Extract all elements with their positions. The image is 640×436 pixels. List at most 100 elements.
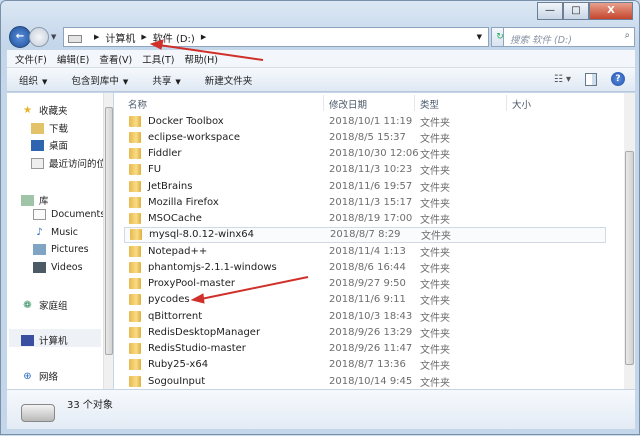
file-date: 2018/8/19 17:00 <box>329 213 413 224</box>
file-row[interactable]: pycodes 2018/11/6 9:11 文件夹 <box>124 292 594 308</box>
menu-tools[interactable]: 工具(T) <box>142 52 174 66</box>
menu-help[interactable]: 帮助(H) <box>184 52 218 66</box>
folder-icon <box>129 343 141 354</box>
menu-file[interactable]: 文件(F) <box>15 52 47 66</box>
file-row[interactable]: mysql-8.0.12-winx64 2018/8/7 8:29 文件夹 <box>124 226 606 243</box>
file-date: 2018/8/7 13:36 <box>329 359 406 371</box>
desktop-icon <box>31 139 44 151</box>
file-row[interactable]: qBittorrent 2018/10/3 18:43 文件夹 <box>124 308 594 324</box>
folder-icon <box>129 326 141 338</box>
sidebar-item-recent[interactable]: 最近访问的位 <box>31 156 106 170</box>
file-row[interactable]: Mozilla Firefox 2018/11/3 15:17 文件夹 <box>124 194 594 210</box>
folder-icon <box>129 294 141 306</box>
folder-icon <box>129 245 141 257</box>
sidebar-label: Documents <box>51 209 106 220</box>
scrollbar-thumb[interactable] <box>105 107 113 355</box>
sidebar-item-downloads[interactable]: 下载 <box>31 121 68 135</box>
column-header-type[interactable]: 类型 <box>420 97 439 111</box>
forward-button[interactable] <box>29 27 49 47</box>
file-row[interactable]: eclipse-workspace 2018/8/5 15:37 文件夹 <box>124 129 594 145</box>
address-history-dropdown[interactable]: ▼ <box>477 33 482 41</box>
sidebar-item-network[interactable]: ⊕ 网络 <box>21 369 59 384</box>
share-label: 共享 <box>152 75 172 87</box>
chevron-right-icon[interactable]: ▶ <box>94 33 99 41</box>
breadcrumb-drive-d[interactable]: 软件 (D:) <box>153 30 195 45</box>
file-name: Docker Toolbox <box>148 115 224 127</box>
file-row[interactable]: SogouInput 2018/10/14 9:45 文件夹 <box>124 373 594 389</box>
breadcrumb-computer[interactable]: 计算机 <box>105 30 135 45</box>
include-in-library-button[interactable]: 包含到库中 ▼ <box>71 73 128 87</box>
column-header-size[interactable]: 大小 <box>512 97 531 111</box>
menu-bar: 文件(F) 编辑(E) 查看(V) 工具(T) 帮助(H) <box>7 50 635 68</box>
file-row[interactable]: MSOCache 2018/8/19 17:00 文件夹 <box>124 211 594 227</box>
sidebar-item-library[interactable]: 库 <box>21 193 49 207</box>
chevron-right-icon[interactable]: ▶ <box>141 33 146 41</box>
recent-pages-dropdown[interactable]: ▼ <box>51 33 56 41</box>
folder-icon <box>130 229 142 241</box>
drive-icon <box>21 404 55 422</box>
sidebar-scrollbar[interactable] <box>103 93 113 389</box>
view-options-icon[interactable]: ☷ ▾ <box>554 74 571 85</box>
file-type: 文件夹 <box>420 263 450 275</box>
sidebar-item-documents[interactable]: Documents <box>33 209 105 220</box>
sidebar-item-desktop[interactable]: 桌面 <box>31 138 68 152</box>
column-divider[interactable] <box>414 95 415 111</box>
chevron-right-icon[interactable]: ▶ <box>201 33 206 41</box>
library-icon <box>21 194 34 206</box>
address-bar[interactable]: ▶ 计算机 ▶ 软件 (D:) ▶ ▼ <box>63 27 489 47</box>
downloads-folder-icon <box>31 122 44 134</box>
column-header-date[interactable]: 修改日期 <box>329 97 367 111</box>
folder-icon <box>129 359 141 371</box>
recent-places-icon <box>31 157 44 169</box>
file-row[interactable]: Notepad++ 2018/11/4 1:13 文件夹 <box>124 243 594 259</box>
file-row[interactable]: Ruby25-x64 2018/8/7 13:36 文件夹 <box>124 357 594 373</box>
sidebar-item-homegroup[interactable]: ❁ 家庭组 <box>21 298 67 313</box>
sidebar-item-music[interactable]: ♪ Music <box>33 227 78 238</box>
menu-edit[interactable]: 编辑(E) <box>57 52 89 66</box>
file-list-scrollbar[interactable] <box>624 93 635 389</box>
file-name: Ruby25-x64 <box>148 359 209 371</box>
window-controls: — □ X <box>537 2 633 20</box>
share-button[interactable]: 共享 ▼ <box>152 73 180 87</box>
sidebar-item-pictures[interactable]: Pictures <box>33 244 89 255</box>
back-button[interactable]: ← <box>9 26 31 48</box>
file-date: 2018/9/27 9:50 <box>329 278 406 289</box>
file-row[interactable]: FU 2018/11/3 10:23 文件夹 <box>124 162 594 178</box>
file-date: 2018/8/7 8:29 <box>330 229 401 241</box>
file-row[interactable]: RedisDesktopManager 2018/9/26 13:29 文件夹 <box>124 324 594 340</box>
file-row[interactable]: JetBrains 2018/11/6 19:57 文件夹 <box>124 178 594 194</box>
sidebar-item-computer[interactable]: 计算机 <box>21 333 68 347</box>
file-row[interactable]: Docker Toolbox 2018/10/1 11:19 文件夹 <box>124 113 594 129</box>
search-input[interactable]: 搜索 软件 (D:) ⌕ <box>503 27 635 47</box>
maximize-button[interactable]: □ <box>563 2 589 20</box>
close-button[interactable]: X <box>589 2 633 20</box>
file-type: 文件夹 <box>420 215 450 226</box>
preview-pane-icon[interactable] <box>585 72 597 86</box>
menu-view[interactable]: 查看(V) <box>99 52 132 66</box>
folder-icon <box>129 261 141 273</box>
file-row[interactable]: RedisStudio-master 2018/9/26 11:47 文件夹 <box>124 341 594 357</box>
new-folder-button[interactable]: 新建文件夹 <box>205 73 253 87</box>
sidebar-item-favorites[interactable]: ★ 收藏夹 <box>21 103 68 118</box>
file-row[interactable]: ProxyPool-master 2018/9/27 9:50 文件夹 <box>124 276 594 292</box>
star-icon: ★ <box>23 104 32 116</box>
file-date: 2018/11/3 10:23 <box>329 164 413 176</box>
file-name: phantomjs-2.1.1-windows <box>148 261 277 273</box>
sidebar-label: 网络 <box>39 372 59 383</box>
help-icon[interactable]: ? <box>611 72 625 86</box>
organize-button[interactable]: 组织 ▼ <box>19 73 47 87</box>
folder-icon <box>129 164 141 176</box>
sidebar-item-videos[interactable]: Videos <box>33 262 83 273</box>
file-row[interactable]: phantomjs-2.1.1-windows 2018/8/6 16:44 文件夹 <box>124 259 594 275</box>
scrollbar-thumb[interactable] <box>625 151 634 365</box>
file-date: 2018/10/14 9:45 <box>329 375 413 387</box>
file-list: 名称 修改日期 类型 大小 Docker Toolbox 2018/10/1 11… <box>114 93 635 389</box>
sidebar-label: 桌面 <box>49 141 69 152</box>
minimize-button[interactable]: — <box>537 2 563 20</box>
column-header-name[interactable]: 名称 <box>128 97 147 111</box>
file-row[interactable]: Fiddler 2018/10/30 12:06 文件夹 <box>124 146 594 162</box>
column-divider[interactable] <box>323 95 324 111</box>
column-divider[interactable] <box>506 95 507 111</box>
sidebar-label: 下载 <box>49 124 69 135</box>
file-type: 文件夹 <box>420 247 450 259</box>
